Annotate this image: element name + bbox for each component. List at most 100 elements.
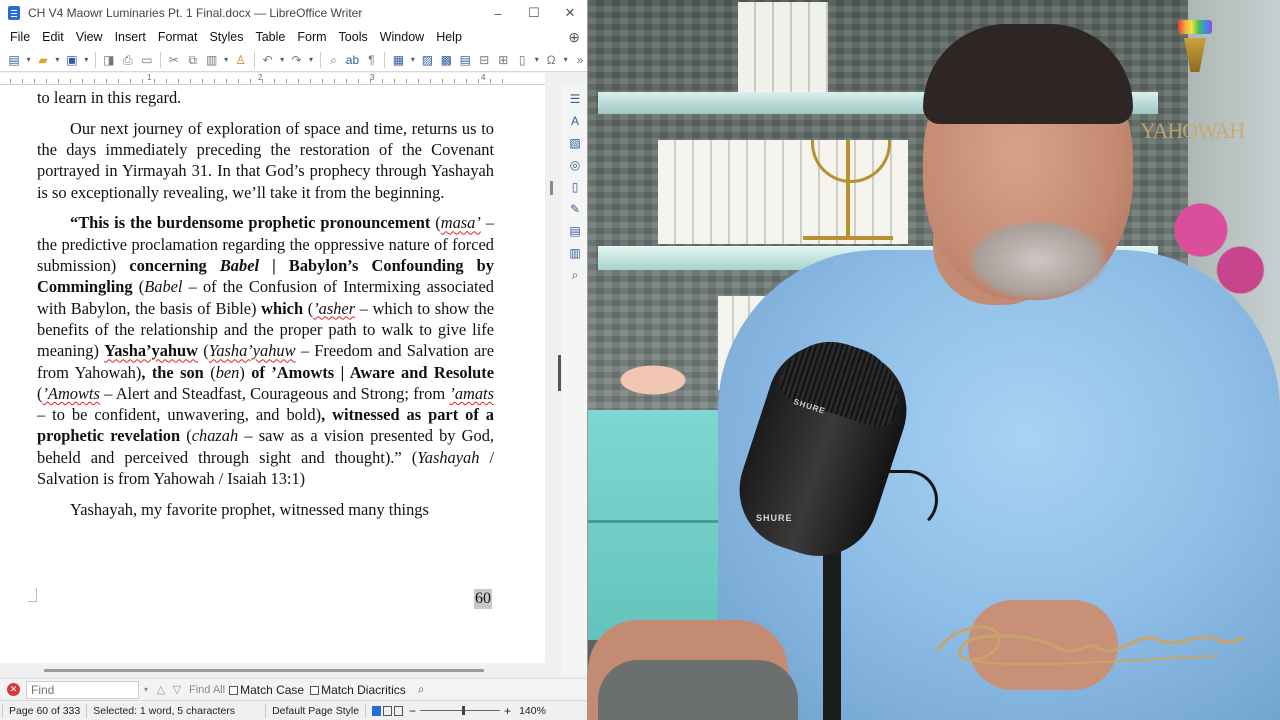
zoom-in-icon[interactable]: + (504, 704, 511, 718)
word-count[interactable]: Selected: 1 word, 5 characters (93, 705, 235, 717)
scrollbar-thumb[interactable] (558, 355, 561, 391)
find-replace-dialog-icon[interactable]: ⌕ (418, 682, 425, 697)
table-dropdown-icon[interactable]: ▾ (409, 52, 416, 68)
paragraph-text[interactable]: Our next journey of exploration of space… (37, 119, 494, 202)
quote-text[interactable]: – to be confident, unwavering, and bold) (37, 405, 321, 424)
design-icon[interactable]: ▥ (567, 245, 583, 261)
globe-icon[interactable]: ⊕ (568, 29, 580, 46)
quote-text[interactable]: Yashayah (417, 448, 479, 467)
insert-special-icon[interactable]: ▯ (514, 52, 530, 68)
special-character-dropdown-icon[interactable]: ▾ (562, 52, 569, 68)
zoom-level[interactable]: 140% (519, 705, 546, 717)
insert-chart-icon[interactable]: ▩ (438, 52, 454, 68)
menu-edit[interactable]: Edit (36, 26, 70, 48)
quote-text[interactable]: ( (303, 299, 313, 318)
find-next-icon[interactable]: ▽ (169, 683, 185, 696)
quote-text[interactable]: ( (402, 448, 417, 467)
minimize-button[interactable]: – (480, 6, 516, 21)
quote-text[interactable]: ’amats (449, 384, 494, 403)
new-document-icon[interactable]: ▤ (6, 52, 22, 68)
quote-text[interactable]: ( (204, 363, 215, 382)
maximize-button[interactable]: ☐ (516, 5, 552, 21)
insert-image-icon[interactable]: ▨ (419, 52, 435, 68)
spelling-icon[interactable]: ab (345, 52, 361, 68)
quote-text[interactable]: Yasha’yahuw (104, 341, 198, 360)
quote-text[interactable]: concerning (129, 256, 220, 275)
paragraph-text[interactable]: Yashayah, my favorite prophet, witnessed… (70, 500, 429, 519)
zoom-slider-thumb[interactable] (462, 706, 466, 715)
quote-text[interactable]: of ’Amowts | Aware and Resolute (251, 363, 494, 382)
page-number-field[interactable]: 60 (474, 589, 492, 609)
page-count[interactable]: Page 60 of 333 (9, 705, 80, 717)
quote-text[interactable]: ’asher (313, 299, 355, 318)
properties-icon[interactable]: ☰ (567, 91, 583, 107)
book-view-icon[interactable] (394, 705, 404, 716)
manage-changes-icon[interactable]: ▤ (567, 223, 583, 239)
new-dropdown-icon[interactable]: ▾ (25, 52, 32, 68)
styles-icon[interactable]: A (567, 113, 583, 129)
document-text[interactable]: to learn in this regard. Our next journe… (37, 87, 494, 530)
clone-formatting-icon[interactable]: ♙ (233, 52, 249, 68)
quote-text[interactable]: ( (180, 426, 191, 445)
field-dropdown-icon[interactable]: ▾ (533, 52, 540, 68)
find-replace-icon[interactable]: ⌕ (326, 52, 342, 68)
menu-format[interactable]: Format (152, 26, 204, 48)
page-icon[interactable]: ▯ (567, 179, 583, 195)
undo-icon[interactable]: ↶ (260, 52, 276, 68)
find-previous-icon[interactable]: △ (153, 683, 169, 696)
scrollbar-thumb[interactable] (44, 669, 484, 672)
quote-text[interactable]: ( (133, 277, 144, 296)
menu-insert[interactable]: Insert (109, 26, 152, 48)
paragraph[interactable]: Our next journey of exploration of space… (37, 118, 494, 203)
document-page[interactable]: to learn in this regard. Our next journe… (0, 85, 545, 663)
menu-help[interactable]: Help (430, 26, 468, 48)
redo-icon[interactable]: ↷ (289, 52, 305, 68)
quote-text[interactable]: ’Amowts (42, 384, 99, 403)
menu-tools[interactable]: Tools (333, 26, 374, 48)
multi-page-view-icon[interactable] (383, 705, 393, 716)
zoom-slider[interactable] (420, 706, 501, 715)
quote-text[interactable]: which (261, 299, 303, 318)
open-dropdown-icon[interactable]: ▾ (54, 52, 61, 68)
quote-text[interactable]: , the son (141, 363, 204, 382)
find-icon[interactable]: ⌕ (567, 267, 583, 283)
horizontal-ruler[interactable]: 1 2 3 4 (0, 73, 545, 85)
zoom-out-icon[interactable]: − (409, 704, 416, 718)
single-page-view-icon[interactable] (372, 705, 382, 716)
open-folder-icon[interactable]: ▰ (35, 52, 51, 68)
export-pdf-icon[interactable]: ◨ (101, 52, 117, 68)
formatting-marks-icon[interactable]: ¶ (363, 52, 379, 68)
print-icon[interactable]: ⎙ (120, 52, 136, 68)
paste-icon[interactable]: ▥ (204, 52, 220, 68)
find-history-dropdown-icon[interactable]: ▾ (139, 685, 153, 694)
find-input[interactable] (26, 680, 139, 699)
menu-form[interactable]: Form (291, 26, 332, 48)
quoted-paragraph[interactable]: “This is the burdensome prophetic pronou… (37, 212, 494, 489)
cut-icon[interactable]: ✂ (166, 52, 182, 68)
scrollbar-thumb[interactable] (550, 181, 553, 195)
quote-text[interactable]: masa’ (441, 213, 481, 232)
paste-dropdown-icon[interactable]: ▾ (223, 52, 230, 68)
gallery-icon[interactable]: ▧ (567, 135, 583, 151)
menu-file[interactable]: File (4, 26, 36, 48)
close-findbar-icon[interactable]: ✕ (7, 683, 20, 696)
find-all-button[interactable]: Find All (189, 684, 225, 696)
save-icon[interactable]: ▣ (64, 52, 80, 68)
match-diacritics-option[interactable]: Match Diacritics (310, 683, 406, 697)
quote-text[interactable]: ) (239, 363, 251, 382)
quote-text[interactable]: “This is the burdensome prophetic pronou… (70, 213, 430, 232)
page-style[interactable]: Default Page Style (272, 705, 359, 717)
quote-text[interactable]: chazah (192, 426, 238, 445)
insert-textbox-icon[interactable]: ▤ (457, 52, 473, 68)
navigator-icon[interactable]: ◎ (567, 157, 583, 173)
insert-field-icon[interactable]: ⊞ (495, 52, 511, 68)
toolbar-overflow-icon[interactable]: » (572, 52, 587, 68)
save-dropdown-icon[interactable]: ▾ (83, 52, 90, 68)
paragraph[interactable]: to learn in this regard. (37, 87, 494, 108)
match-case-checkbox[interactable] (229, 685, 239, 695)
copy-icon[interactable]: ⧉ (185, 52, 201, 68)
horizontal-scrollbar[interactable] (0, 665, 545, 676)
undo-dropdown-icon[interactable]: ▾ (279, 52, 286, 68)
page-break-icon[interactable]: ⊟ (476, 52, 492, 68)
vertical-scrollbar[interactable] (545, 85, 561, 665)
